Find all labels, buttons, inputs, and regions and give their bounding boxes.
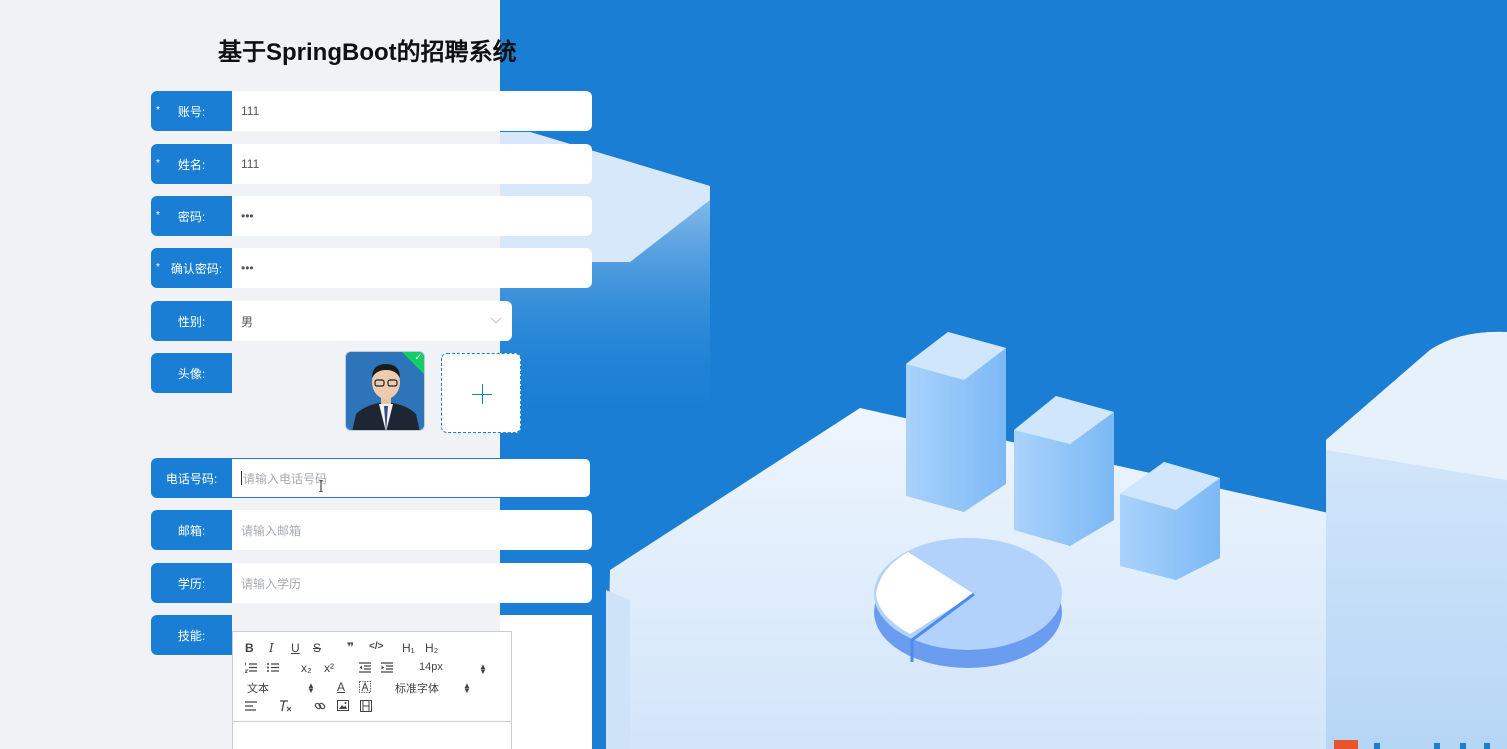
illustration-panel <box>500 0 1507 749</box>
password-input[interactable]: ••• <box>232 196 592 236</box>
name-input[interactable]: 111 <box>232 144 592 184</box>
required-mark: * <box>156 158 160 169</box>
name-label: * 姓名: <box>151 144 232 184</box>
font-size-select[interactable]: 14px ▲ ▼ <box>419 661 489 676</box>
underline-button[interactable]: U <box>291 641 300 655</box>
clear-format-icon[interactable] <box>279 700 292 712</box>
confirm-password-label-text: 确认密码: <box>170 261 223 276</box>
confirm-password-input-value: ••• <box>241 261 254 275</box>
image-icon[interactable] <box>337 700 349 711</box>
form-panel-extension <box>500 615 592 749</box>
avatar-label: 头像: <box>151 353 232 393</box>
video-icon[interactable] <box>360 700 372 712</box>
editor-toolbar: B I U S ❞ </> H₁ H₂ x₂ x² 14px ▲ ▼ 文本 ▲ … <box>233 632 511 722</box>
confirm-password-input[interactable]: ••• <box>232 248 592 288</box>
font-family-value: 标准字体 <box>395 683 439 695</box>
bold-button[interactable]: B <box>245 641 254 655</box>
subscript-button[interactable]: x₂ <box>301 661 312 675</box>
education-label-text: 学历: <box>177 576 206 591</box>
account-label-text: 账号: <box>177 104 206 119</box>
code-block-icon[interactable]: </> <box>369 641 383 652</box>
platform-edge <box>606 590 630 749</box>
text-type-value: 文本 <box>247 683 269 695</box>
skills-rich-text-editor[interactable]: B I U S ❞ </> H₁ H₂ x₂ x² 14px ▲ ▼ 文本 ▲ … <box>232 631 512 749</box>
align-icon[interactable] <box>245 701 257 711</box>
account-label: * 账号: <box>151 91 232 131</box>
strike-button[interactable]: S <box>313 641 321 655</box>
email-input[interactable]: 请输入邮箱 <box>232 510 592 550</box>
email-label: 邮箱: <box>151 510 232 550</box>
indent-icon[interactable] <box>381 662 393 673</box>
font-family-select[interactable]: 标准字体 ▲ ▼ <box>395 680 475 696</box>
text-type-select[interactable]: 文本 ▲ ▼ <box>247 680 317 696</box>
avatar-upload-button[interactable] <box>441 353 521 433</box>
page-title: 基于SpringBoot的招聘系统 <box>218 39 517 66</box>
blockquote-icon[interactable]: ❞ <box>347 640 354 654</box>
outdent-icon[interactable] <box>359 662 371 673</box>
gender-label-text: 性别: <box>177 314 206 329</box>
text-caret <box>241 471 242 485</box>
background-color-icon[interactable] <box>359 681 371 693</box>
name-label-text: 姓名: <box>177 157 206 172</box>
avatar-thumbnail[interactable]: ✓ <box>345 351 425 431</box>
check-icon: ✓ <box>414 352 422 362</box>
plus-icon-vertical <box>482 384 483 404</box>
education-label: 学历: <box>151 563 232 603</box>
required-mark: * <box>156 105 160 116</box>
phone-input-placeholder: 请输入电话号码 <box>243 471 328 486</box>
avatar-label-text: 头像: <box>177 366 206 381</box>
font-color-icon[interactable]: A <box>337 680 345 694</box>
superscript-button[interactable]: x² <box>324 661 334 675</box>
confirm-password-label: * 确认密码: <box>151 248 232 288</box>
password-label: * 密码: <box>151 196 232 236</box>
education-input-placeholder: 请输入学历 <box>241 576 302 591</box>
ordered-list-icon[interactable] <box>245 662 257 673</box>
name-input-value: 111 <box>241 157 260 171</box>
skills-label: 技能: <box>151 615 232 655</box>
account-input-value: 111 <box>241 104 260 118</box>
phone-label: 电话号码: <box>151 458 232 498</box>
education-input[interactable]: 请输入学历 <box>232 563 592 603</box>
chevron-down-icon <box>490 312 502 324</box>
link-icon[interactable] <box>314 700 326 712</box>
gender-select-value: 男 <box>241 314 254 329</box>
password-label-text: 密码: <box>177 209 206 224</box>
account-input[interactable]: 111 <box>232 91 592 131</box>
ibeam-cursor-icon <box>319 480 323 492</box>
italic-button[interactable]: I <box>269 641 274 655</box>
email-label-text: 邮箱: <box>177 523 206 538</box>
password-input-value: ••• <box>241 209 254 223</box>
phone-label-text: 电话号码: <box>165 471 218 486</box>
heading-2-button[interactable]: H₂ <box>425 641 438 655</box>
browser-extension-icons <box>1334 740 1490 749</box>
skills-label-text: 技能: <box>177 628 206 643</box>
font-size-value: 14px <box>419 661 443 673</box>
gender-label: 性别: <box>151 301 232 341</box>
email-input-placeholder: 请输入邮箱 <box>241 523 302 538</box>
phone-input[interactable]: 请输入电话号码 <box>232 458 591 498</box>
required-mark: * <box>156 210 160 221</box>
isometric-chart-illustration <box>500 132 1507 749</box>
select-arrows-icon-down: ▼ <box>479 667 487 676</box>
gender-select[interactable]: 男 <box>232 301 512 341</box>
bullet-list-icon[interactable] <box>267 662 279 673</box>
select-arrows-icon-down: ▼ <box>307 686 315 695</box>
heading-1-button[interactable]: H₁ <box>402 641 415 655</box>
select-arrows-icon-down: ▼ <box>463 686 471 695</box>
required-mark: * <box>156 262 160 273</box>
